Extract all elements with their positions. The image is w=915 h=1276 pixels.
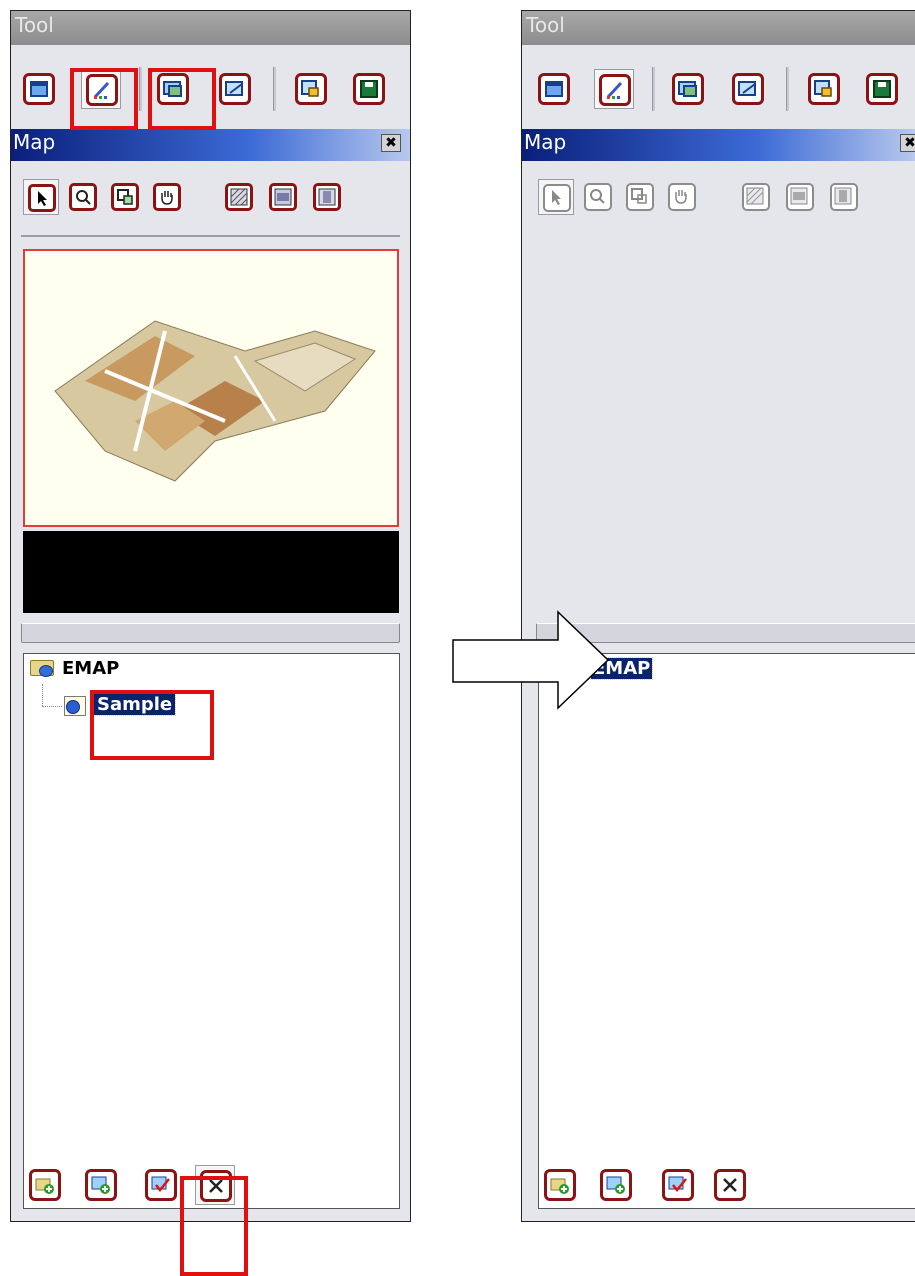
map-toolbar <box>11 171 410 223</box>
delete-icon <box>714 1169 746 1201</box>
map-title-bar: Map ✖ <box>11 129 410 161</box>
hatch-horizontal-button[interactable] <box>265 179 301 215</box>
window-button[interactable] <box>534 69 574 109</box>
edit-icon <box>599 74 631 106</box>
form-button[interactable] <box>215 69 255 109</box>
tool-title-bar: Tool <box>11 11 410 45</box>
save-button[interactable] <box>349 69 389 109</box>
splitter[interactable] <box>21 623 400 643</box>
select-tool-button[interactable] <box>23 179 59 215</box>
map-title: Map <box>13 130 56 154</box>
lock-icon <box>295 73 327 105</box>
highlight-map-image-button <box>148 68 216 130</box>
hatch-vertical-icon <box>313 183 341 211</box>
floor-plan-image <box>54 320 376 482</box>
map-toolbar-right <box>522 171 915 223</box>
hatch-diagonal-button[interactable] <box>221 179 257 215</box>
map-title-bar-right: Map ✖ <box>522 129 915 161</box>
select-tool-button[interactable] <box>538 179 574 215</box>
check-map-button[interactable] <box>141 1165 181 1205</box>
folder-globe-icon <box>30 660 54 677</box>
pan-tool-button[interactable] <box>664 179 700 215</box>
add-map-button[interactable] <box>596 1165 636 1205</box>
add-folder-button[interactable] <box>25 1165 65 1205</box>
map-image-button[interactable] <box>668 69 708 109</box>
zoom-region-tool-button[interactable] <box>622 179 658 215</box>
map-title-right: Map <box>524 130 567 154</box>
add-map-button[interactable] <box>81 1165 121 1205</box>
zoom-icon <box>69 183 97 211</box>
highlight-delete-button <box>180 1176 248 1276</box>
tool-panel-left: Tool Map ✖ EMAP Sample <box>10 10 411 1222</box>
add-folder-icon <box>544 1169 576 1201</box>
highlight-edit-button <box>70 68 138 130</box>
hatch-diagonal-icon <box>742 183 770 211</box>
pan-hand-icon <box>668 183 696 211</box>
delete-button[interactable] <box>710 1165 750 1205</box>
add-map-icon <box>85 1169 117 1201</box>
window-icon <box>538 73 570 105</box>
hatch-horizontal-icon <box>786 183 814 211</box>
zoom-tool-button[interactable] <box>580 179 616 215</box>
form-icon <box>219 73 251 105</box>
pan-tool-button[interactable] <box>149 179 185 215</box>
lock-button[interactable] <box>804 69 844 109</box>
check-map-button[interactable] <box>658 1165 698 1205</box>
select-arrow-icon <box>543 184 571 212</box>
main-toolbar-right <box>522 61 915 121</box>
add-folder-button[interactable] <box>540 1165 580 1205</box>
close-button[interactable]: ✖ <box>381 134 401 152</box>
transition-arrow-icon <box>452 610 610 710</box>
save-icon <box>866 73 898 105</box>
tool-title-right: Tool <box>526 13 565 37</box>
lock-button[interactable] <box>291 69 331 109</box>
check-map-icon <box>662 1169 694 1201</box>
hatch-vertical-button[interactable] <box>309 179 345 215</box>
hatch-diagonal-icon <box>225 183 253 211</box>
add-map-icon <box>600 1169 632 1201</box>
map-preview[interactable] <box>23 249 399 527</box>
tree-root-label: EMAP <box>62 658 120 679</box>
save-icon <box>353 73 385 105</box>
zoom-region-icon <box>111 183 139 211</box>
map-tree: EMAP <box>538 653 915 1209</box>
edit-button[interactable] <box>594 69 634 109</box>
close-button[interactable]: ✖ <box>900 134 915 152</box>
hatch-horizontal-icon <box>269 183 297 211</box>
map-image-icon <box>672 73 704 105</box>
tool-title: Tool <box>15 13 54 37</box>
form-icon <box>732 73 764 105</box>
window-button[interactable] <box>19 69 59 109</box>
add-folder-icon <box>29 1169 61 1201</box>
zoom-region-tool-button[interactable] <box>107 179 143 215</box>
lock-icon <box>808 73 840 105</box>
save-button[interactable] <box>862 69 902 109</box>
map-preview-empty <box>522 231 915 621</box>
hatch-diagonal-button[interactable] <box>738 179 774 215</box>
highlight-sample-item <box>90 690 214 760</box>
window-icon <box>23 73 55 105</box>
pan-hand-icon <box>153 183 181 211</box>
map-node-icon <box>64 696 86 716</box>
preview-status-bar <box>23 531 399 613</box>
zoom-icon <box>584 183 612 211</box>
check-map-icon <box>145 1169 177 1201</box>
select-arrow-icon <box>28 184 56 212</box>
form-button[interactable] <box>728 69 768 109</box>
hatch-vertical-icon <box>830 183 858 211</box>
zoom-region-icon <box>626 183 654 211</box>
tool-title-bar-right: Tool <box>522 11 915 45</box>
hatch-vertical-button[interactable] <box>826 179 862 215</box>
zoom-tool-button[interactable] <box>65 179 101 215</box>
hatch-horizontal-button[interactable] <box>782 179 818 215</box>
